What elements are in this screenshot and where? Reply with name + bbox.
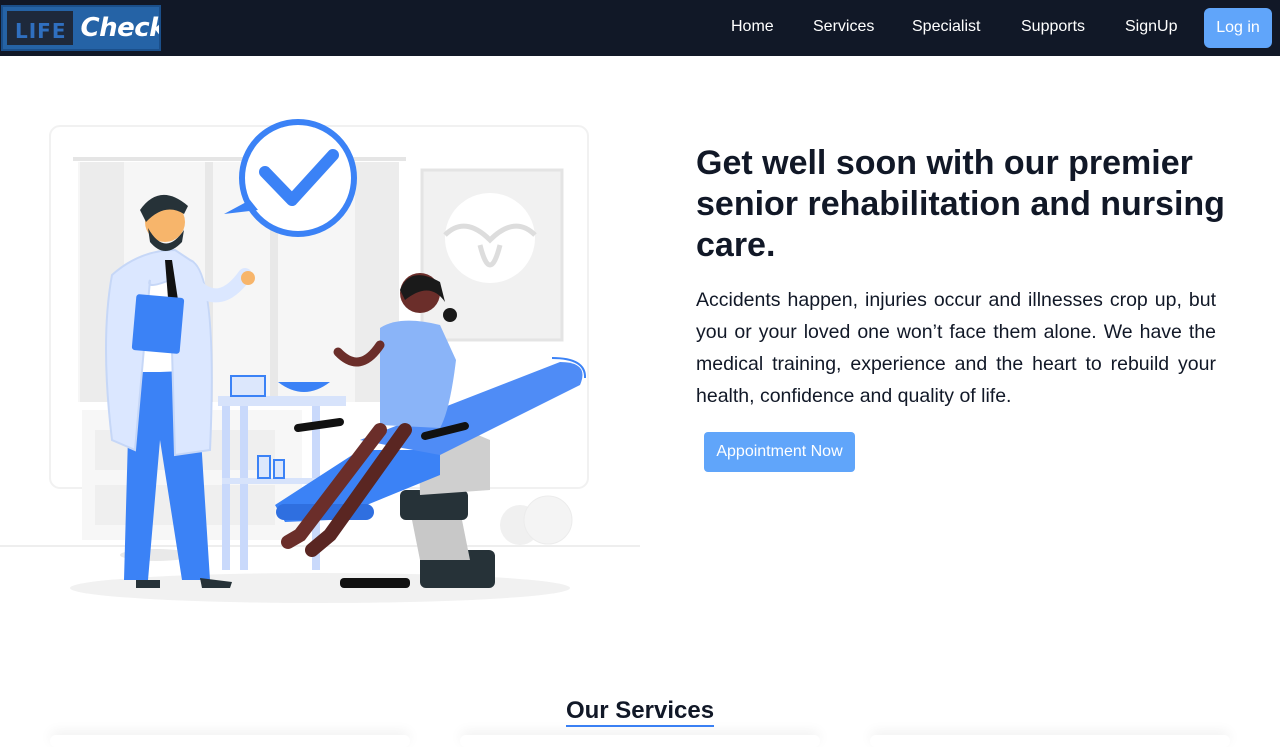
services-section-heading: Our Services: [0, 697, 1280, 727]
brand-logo[interactable]: LIFE Check: [1, 5, 161, 51]
service-card-top-edge: [50, 735, 410, 747]
services-title: Our Services: [565, 697, 715, 727]
nav-supports-link[interactable]: Supports: [1021, 17, 1085, 37]
service-card-top-edge: [870, 735, 1230, 747]
top-navbar: LIFE Check Home Services Specialist Supp…: [0, 0, 1280, 56]
appointment-now-button[interactable]: Appointment Now: [704, 432, 855, 472]
hero-description: Accidents happen, injuries occur and ill…: [696, 289, 1216, 407]
nav-specialist-link[interactable]: Specialist: [912, 17, 980, 37]
hero-illustration: [0, 110, 640, 610]
nav-signup-link[interactable]: SignUp: [1125, 17, 1177, 37]
login-button[interactable]: Log in: [1204, 8, 1272, 48]
logo-life-text: LIFE: [5, 9, 75, 47]
doctor-patient-clinic-illustration: [0, 119, 640, 603]
nav-home-link[interactable]: Home: [731, 17, 774, 37]
service-card-top-edge: [460, 735, 820, 747]
logo-check-text: Check: [80, 13, 161, 43]
nav-services-link[interactable]: Services: [813, 17, 874, 37]
hero-headline: Get well soon with our premier senior re…: [696, 144, 1225, 264]
